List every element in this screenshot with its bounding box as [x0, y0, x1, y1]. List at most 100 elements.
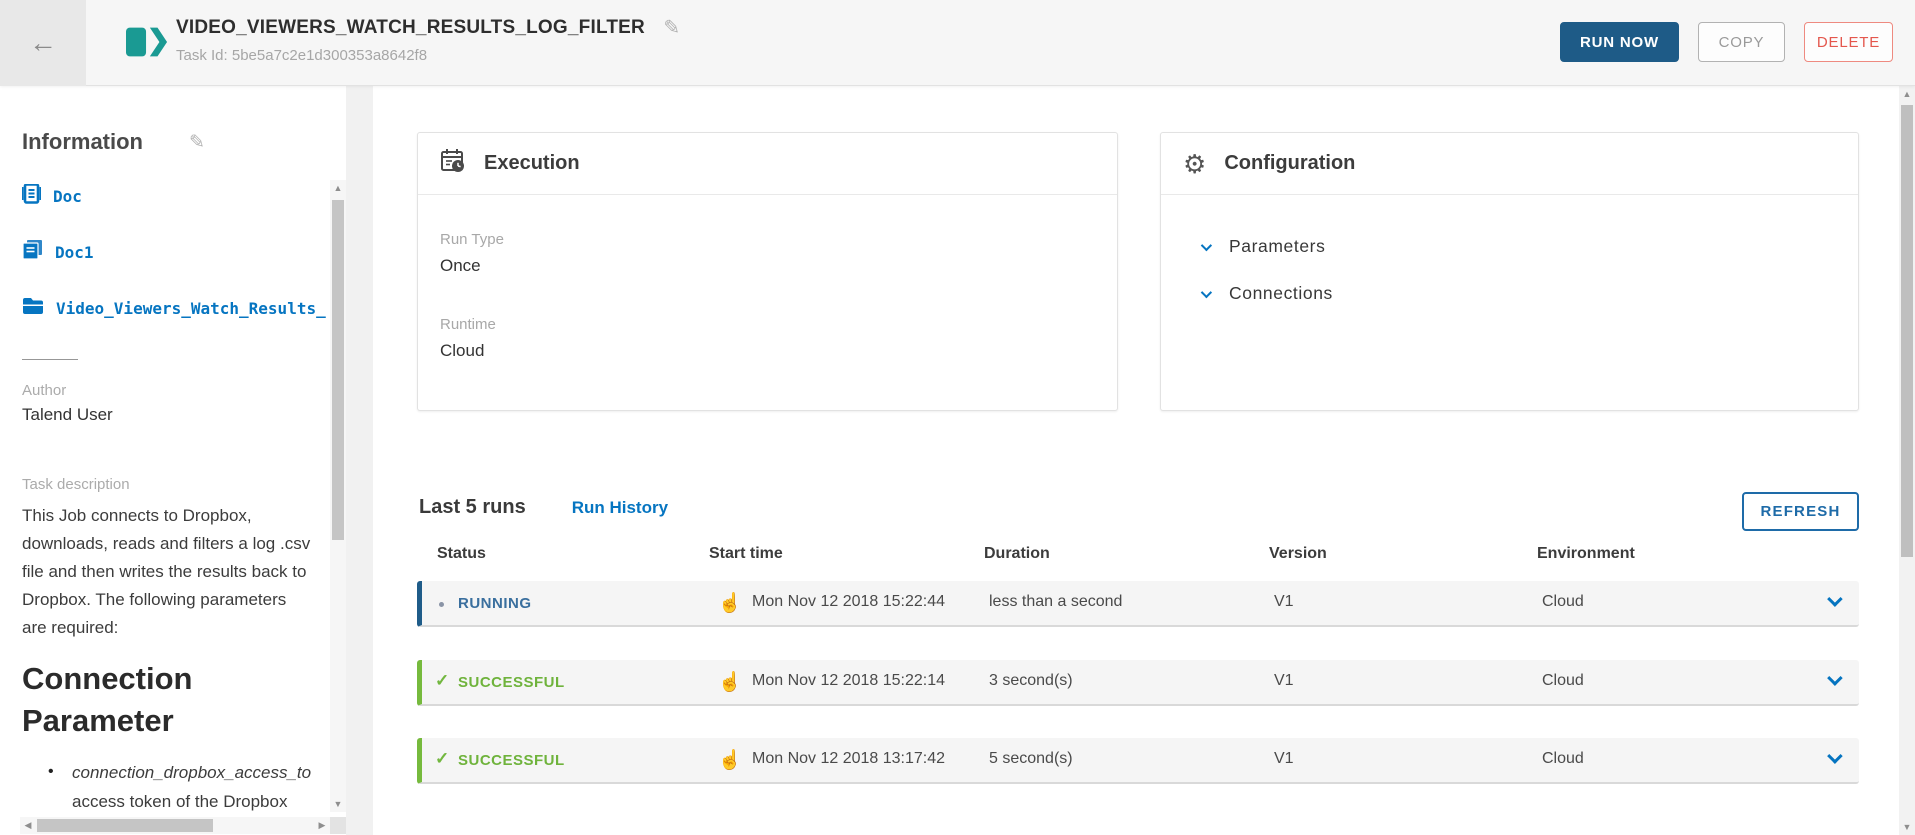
- column-header-status: Status: [437, 545, 486, 563]
- expand-row-chevron-icon[interactable]: [1827, 670, 1843, 686]
- status-badge: RUNNING: [458, 595, 532, 612]
- run-row[interactable]: ✓ SUCCESSFUL ☝ Mon Nov 12 2018 13:17:42 …: [417, 738, 1859, 784]
- column-header-environment: Environment: [1537, 545, 1635, 563]
- task-id: Task Id: 5be5a7c2e1d300353a8642f8: [176, 47, 680, 64]
- expand-row-chevron-icon[interactable]: [1827, 591, 1843, 607]
- version-cell: V1: [1274, 672, 1294, 690]
- calendar-clock-icon: [440, 148, 466, 179]
- sidebar-item-doc1[interactable]: Doc1: [22, 240, 330, 264]
- column-header-version: Version: [1269, 545, 1327, 563]
- delete-button[interactable]: DELETE: [1804, 22, 1893, 62]
- version-cell: V1: [1274, 593, 1294, 611]
- runtime-value: Cloud: [440, 341, 1117, 361]
- sidebar-item-label: Doc: [53, 187, 82, 206]
- information-heading-label: Information: [22, 129, 143, 155]
- author-label: Author: [22, 382, 66, 399]
- run-row[interactable]: RUNNING ☝ Mon Nov 12 2018 15:22:44 less …: [417, 581, 1859, 627]
- status-badge: SUCCESSFUL: [458, 752, 565, 769]
- environment-cell: Cloud: [1542, 593, 1584, 611]
- run-now-button[interactable]: RUN NOW: [1560, 22, 1679, 62]
- folder-icon: [22, 297, 44, 320]
- start-time-cell: Mon Nov 12 2018 15:22:44: [752, 593, 945, 611]
- configuration-card-header: ⚙ Configuration: [1161, 133, 1858, 195]
- page-title: VIDEO_VIEWERS_WATCH_RESULTS_LOG_FILTER: [176, 17, 645, 39]
- parameters-expander[interactable]: Parameters: [1201, 223, 1858, 270]
- duration-cell: 3 second(s): [989, 672, 1073, 690]
- chevron-down-icon: [1201, 286, 1212, 297]
- sidebar-vertical-scrollbar[interactable]: ▲ ▼: [330, 180, 346, 812]
- sidebar-vertical-scrollbar-thumb[interactable]: [332, 200, 344, 540]
- expand-row-chevron-icon[interactable]: [1827, 748, 1843, 764]
- header: ← VIDEO_VIEWERS_WATCH_RESULTS_LOG_FILTER…: [0, 0, 1915, 86]
- information-heading: Information ✎: [22, 129, 205, 155]
- documents-stack-icon: [22, 240, 43, 264]
- parameter-description: access token of the Dropbox: [72, 792, 287, 811]
- sidebar-gutter: [346, 86, 373, 835]
- runs-table: Status Start time Duration Version Envir…: [417, 545, 1859, 795]
- task-description-label: Task description: [22, 476, 130, 493]
- sidebar-item-video-viewers-folder[interactable]: Video_Viewers_Watch_Results_: [22, 296, 330, 320]
- manual-trigger-icon: ☝: [718, 591, 742, 615]
- duration-cell: 5 second(s): [989, 750, 1073, 768]
- column-header-duration: Duration: [984, 545, 1050, 563]
- column-header-start-time: Start time: [709, 545, 783, 563]
- back-arrow-icon: ←: [29, 27, 57, 59]
- success-check-icon: ✓: [435, 671, 449, 691]
- execution-card: Execution Run Type Once Runtime Cloud: [417, 132, 1118, 411]
- environment-cell: Cloud: [1542, 750, 1584, 768]
- task-description-text: This Job connects to Dropbox, downloads,…: [22, 502, 312, 642]
- success-check-icon: ✓: [435, 749, 449, 769]
- scroll-up-icon[interactable]: ▲: [330, 180, 346, 196]
- runs-section-header: Last 5 runs Run History: [419, 496, 668, 519]
- parameter-name: connection_dropbox_access_to: [72, 763, 311, 782]
- configuration-card-title: Configuration: [1224, 152, 1355, 175]
- header-actions: RUN NOW COPY DELETE: [1560, 22, 1893, 62]
- edit-information-icon[interactable]: ✎: [189, 131, 205, 154]
- run-type-value: Once: [440, 256, 1117, 276]
- copy-button[interactable]: COPY: [1698, 22, 1785, 62]
- scroll-right-icon[interactable]: ▶: [314, 817, 330, 834]
- connection-parameter-heading: Connection Parameter: [22, 658, 287, 742]
- configuration-card: ⚙ Configuration Parameters Connections: [1160, 132, 1859, 411]
- author-value: Talend User: [22, 405, 113, 425]
- sidebar-divider: [22, 359, 78, 360]
- gear-icon: ⚙: [1183, 151, 1206, 177]
- status-badge: SUCCESSFUL: [458, 674, 565, 691]
- scrollbar-corner: [330, 817, 346, 834]
- scroll-left-icon[interactable]: ◀: [20, 817, 36, 834]
- edit-title-icon[interactable]: ✎: [663, 15, 680, 40]
- task-logo-icon: [126, 26, 168, 63]
- page-vertical-scrollbar[interactable]: ▲ ▼: [1899, 86, 1915, 835]
- manual-trigger-icon: ☝: [718, 670, 742, 694]
- sidebar-item-doc[interactable]: Doc: [22, 184, 330, 208]
- back-button[interactable]: ←: [0, 0, 86, 86]
- refresh-button[interactable]: REFRESH: [1742, 492, 1859, 531]
- scroll-down-icon[interactable]: ▼: [330, 796, 346, 812]
- chevron-down-icon: [1201, 239, 1212, 250]
- running-spinner-icon: [439, 602, 444, 607]
- sidebar-horizontal-scrollbar[interactable]: ◀ ▶: [20, 817, 330, 834]
- scroll-up-icon[interactable]: ▲: [1899, 86, 1915, 102]
- page-vertical-scrollbar-thumb[interactable]: [1901, 105, 1913, 557]
- parameters-label: Parameters: [1229, 236, 1325, 257]
- run-history-link[interactable]: Run History: [572, 498, 668, 518]
- execution-card-header: Execution: [418, 133, 1117, 195]
- run-type-label: Run Type: [440, 231, 1117, 248]
- connections-expander[interactable]: Connections: [1201, 270, 1858, 317]
- duration-cell: less than a second: [989, 593, 1122, 611]
- run-row[interactable]: ✓ SUCCESSFUL ☝ Mon Nov 12 2018 15:22:14 …: [417, 660, 1859, 706]
- sidebar-horizontal-scrollbar-thumb[interactable]: [37, 819, 213, 832]
- runtime-label: Runtime: [440, 316, 1117, 333]
- sidebar-item-label: Video_Viewers_Watch_Results_: [56, 299, 326, 318]
- parameter-bullet-item: • connection_dropbox_access_to access to…: [48, 758, 330, 816]
- scroll-down-icon[interactable]: ▼: [1899, 819, 1915, 835]
- start-time-cell: Mon Nov 12 2018 13:17:42: [752, 750, 945, 768]
- connections-label: Connections: [1229, 283, 1333, 304]
- bullet-marker: •: [48, 763, 54, 781]
- sidebar-item-label: Doc1: [55, 243, 94, 262]
- manual-trigger-icon: ☝: [718, 748, 742, 772]
- version-cell: V1: [1274, 750, 1294, 768]
- last-5-runs-title: Last 5 runs: [419, 496, 526, 519]
- environment-cell: Cloud: [1542, 672, 1584, 690]
- title-block: VIDEO_VIEWERS_WATCH_RESULTS_LOG_FILTER ✎…: [176, 15, 680, 64]
